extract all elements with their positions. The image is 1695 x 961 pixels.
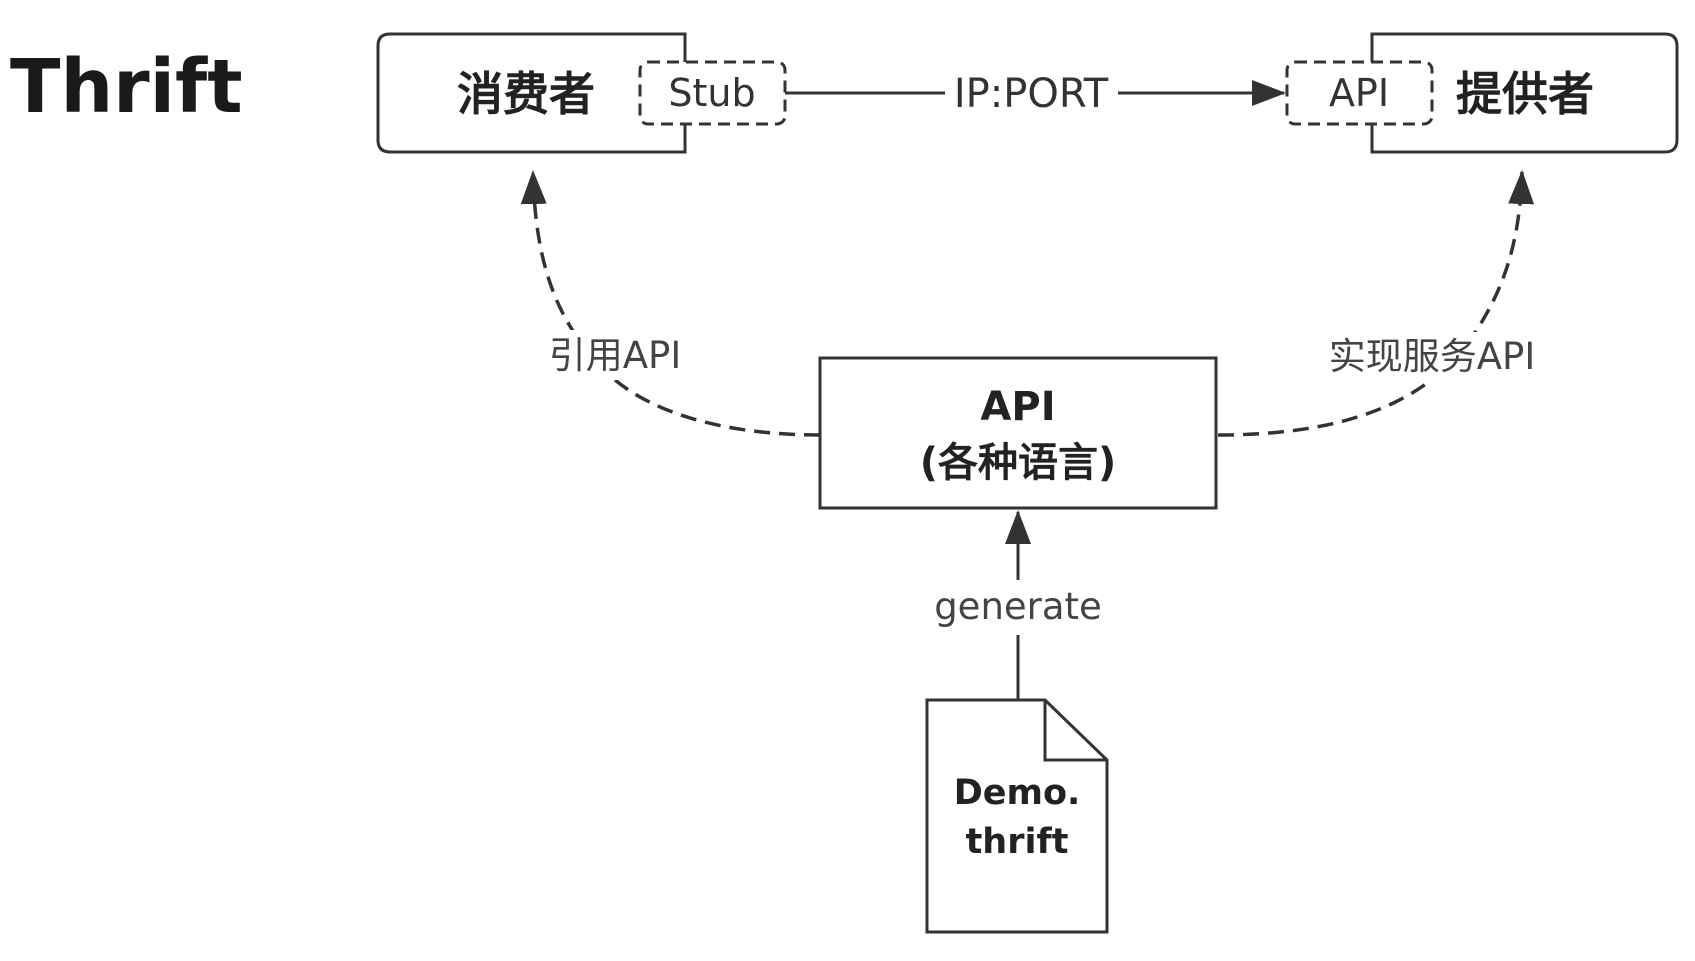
provider-implementation-label: 实现服务API [1329, 335, 1536, 378]
page-title: Thrift [10, 44, 243, 130]
stub-label: Stub [668, 71, 755, 115]
document-name-line2: thrift [966, 822, 1069, 862]
generate-edge: generate [934, 510, 1102, 700]
consumer-reference-edge: 引用API [520, 170, 821, 437]
document-name-line1: Demo. [954, 773, 1081, 813]
api-port: API [1285, 60, 1434, 126]
ip-port-label: IP:PORT [954, 71, 1109, 117]
thrift-diagram: Thrift 消费者 Stub 提供者 API IP:PORT 引用API 实现… [10, 32, 1679, 934]
generate-label: generate [934, 585, 1102, 628]
provider-label: 提供者 [1456, 67, 1594, 121]
consumer-label: 消费者 [457, 67, 595, 121]
thrift-document: Demo. thrift [925, 698, 1109, 934]
api-port-label: API [1329, 71, 1389, 115]
api-node-subtitle: (各种语言) [920, 440, 1117, 486]
stub-port: Stub [638, 60, 787, 126]
api-node-title: API [980, 384, 1055, 430]
ip-port-connection: IP:PORT [785, 71, 1286, 117]
consumer-reference-label: 引用API [549, 334, 682, 377]
api-node: API (各种语言) [818, 356, 1218, 510]
provider-implementation-edge: 实现服务API [1217, 170, 1545, 437]
